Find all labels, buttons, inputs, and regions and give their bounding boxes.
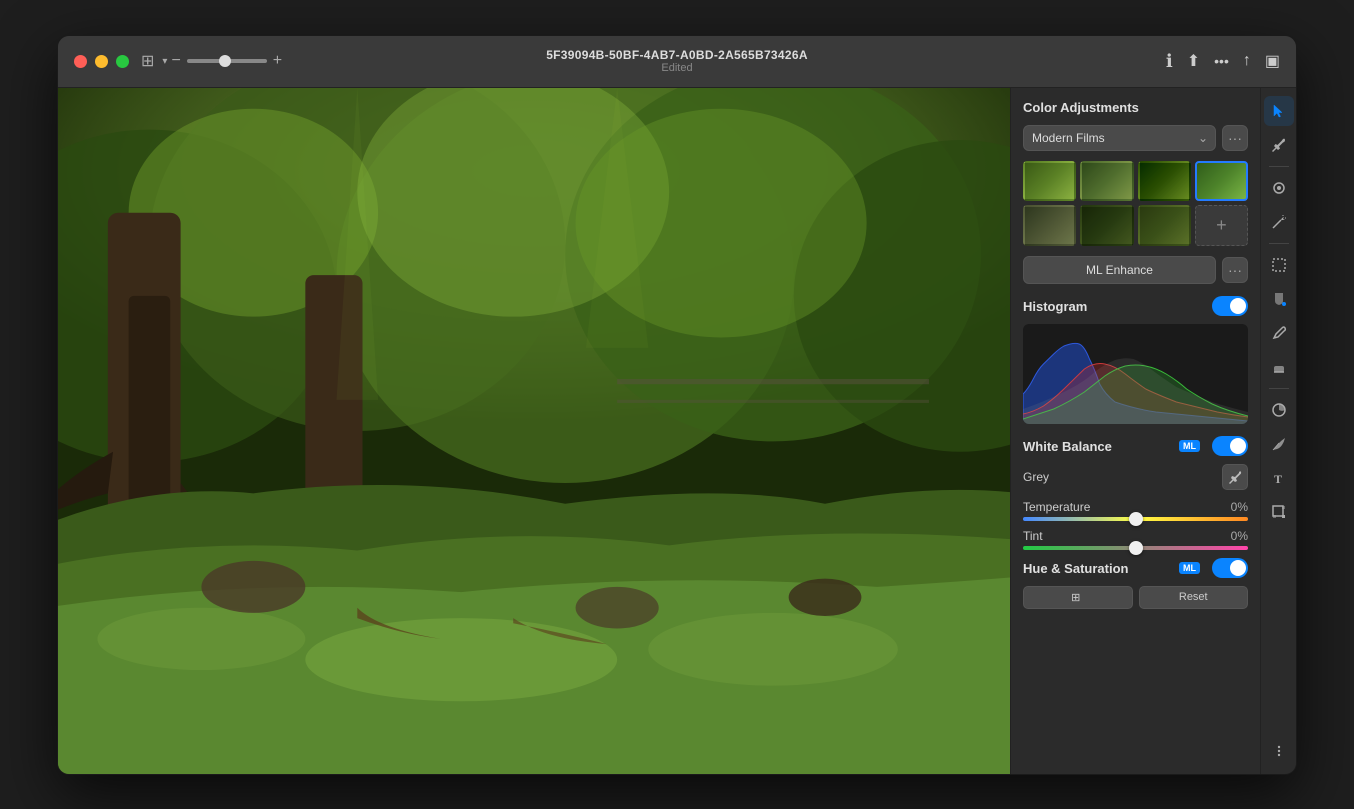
transform-icon[interactable] — [1264, 497, 1294, 527]
tint-slider[interactable] — [1023, 546, 1248, 550]
title-center: 5F39094B-50BF-4AB7-A0BD-2A565B73426A Edi… — [546, 48, 808, 74]
white-balance-header: White Balance ML — [1023, 436, 1248, 456]
temperature-label: Temperature — [1023, 500, 1090, 514]
sidebar-toggle-icon[interactable]: ⊞ — [141, 51, 154, 71]
ml-enhance-more-button[interactable]: ··· — [1222, 257, 1248, 283]
panel-title: Color Adjustments — [1023, 100, 1248, 115]
temperature-thumb[interactable] — [1129, 512, 1143, 526]
zoom-plus-button[interactable]: + — [273, 52, 282, 70]
temperature-slider[interactable] — [1023, 517, 1248, 521]
zoom-minus-button[interactable]: − — [171, 52, 180, 70]
grey-label: Grey — [1023, 470, 1049, 484]
traffic-lights — [74, 55, 129, 68]
close-button[interactable] — [74, 55, 87, 68]
feather-icon[interactable] — [1264, 429, 1294, 459]
circle-tool-icon[interactable] — [1264, 173, 1294, 203]
title-bar: ⊞ ▾ − + 5F39094B-50BF-4AB7-A0BD-2A565B73… — [58, 36, 1296, 88]
hue-saturation-section: Hue & Saturation ML ⊞ Reset — [1023, 558, 1248, 609]
wand-tool-icon[interactable] — [1264, 207, 1294, 237]
adjustments-panel: Color Adjustments Modern Films ··· — [1011, 88, 1260, 774]
cursor-tool-icon[interactable] — [1264, 96, 1294, 126]
minimize-button[interactable] — [95, 55, 108, 68]
histogram-container — [1023, 324, 1248, 424]
text-tool-icon[interactable]: T — [1264, 463, 1294, 493]
temperature-row: Temperature 0% — [1023, 500, 1248, 521]
paint-bucket-icon[interactable] — [1264, 284, 1294, 314]
color-circle-icon[interactable] — [1264, 395, 1294, 425]
eyedropper-tool-icon[interactable] — [1264, 130, 1294, 160]
hue-saturation-toggle[interactable] — [1212, 558, 1248, 578]
share-icon[interactable]: ↑ — [1243, 52, 1251, 70]
toolbar-separator-3 — [1269, 388, 1289, 389]
preset-thumb-7[interactable] — [1138, 205, 1191, 246]
content-area: Color Adjustments Modern Films ··· — [58, 88, 1296, 774]
panel-toggle-icon[interactable]: ▣ — [1265, 51, 1280, 71]
preset-thumb-4[interactable] — [1195, 161, 1248, 202]
eraser-icon[interactable] — [1264, 352, 1294, 382]
tint-label: Tint — [1023, 529, 1043, 543]
zoom-control: − + — [171, 52, 282, 70]
histogram-toggle[interactable] — [1212, 296, 1248, 316]
preset-selector: Modern Films ··· — [1023, 125, 1248, 151]
hue-saturation-footer: ⊞ Reset — [1023, 586, 1248, 609]
histogram-title: Histogram — [1023, 299, 1087, 314]
preset-thumb-2[interactable] — [1080, 161, 1133, 202]
preset-thumb-6[interactable] — [1080, 205, 1133, 246]
photo-canvas — [58, 88, 1010, 774]
preset-thumb-5[interactable] — [1023, 205, 1076, 246]
right-toolbar: T — [1260, 88, 1296, 774]
photo-area — [58, 88, 1010, 774]
preset-thumb-3[interactable] — [1138, 161, 1191, 202]
selection-tool-icon[interactable] — [1264, 250, 1294, 280]
eyedropper-button[interactable] — [1222, 464, 1248, 490]
grey-row: Grey — [1023, 464, 1248, 490]
white-balance-title-row: White Balance — [1023, 439, 1112, 454]
histogram-header: Histogram — [1023, 296, 1248, 316]
tint-value: 0% — [1231, 529, 1248, 543]
preset-more-button[interactable]: ··· — [1222, 125, 1248, 151]
hue-saturation-ml-badge: ML — [1179, 562, 1200, 574]
zoom-slider[interactable] — [187, 59, 267, 63]
more-options-icon[interactable]: ••• — [1214, 53, 1229, 69]
right-panel: Color Adjustments Modern Films ··· — [1010, 88, 1260, 774]
preset-grid: + — [1023, 161, 1248, 247]
reset-button[interactable]: Reset — [1139, 586, 1249, 609]
grid-icon: ⊞ — [1071, 591, 1080, 604]
toolbar-separator-2 — [1269, 243, 1289, 244]
fullscreen-button[interactable] — [116, 55, 129, 68]
ml-enhance-button[interactable]: ML Enhance — [1023, 256, 1216, 284]
svg-text:T: T — [1274, 472, 1282, 486]
hue-saturation-header: Hue & Saturation ML — [1023, 558, 1248, 578]
chevron-down-icon[interactable]: ▾ — [162, 56, 167, 67]
toolbar-left: ⊞ ▾ — [141, 51, 167, 71]
temperature-value: 0% — [1231, 500, 1248, 514]
hue-sat-grid-button[interactable]: ⊞ — [1023, 586, 1133, 609]
tint-thumb[interactable] — [1129, 541, 1143, 555]
preset-add-button[interactable]: + — [1195, 205, 1248, 246]
window-title: 5F39094B-50BF-4AB7-A0BD-2A565B73426A — [546, 48, 808, 62]
info-icon[interactable]: ℹ — [1166, 51, 1173, 72]
preset-dropdown[interactable]: Modern Films — [1023, 125, 1216, 151]
window-subtitle: Edited — [546, 62, 808, 74]
white-balance-ml-badge: ML — [1179, 440, 1200, 452]
tint-row: Tint 0% — [1023, 529, 1248, 550]
toolbar-right: ℹ ⬆ ••• ↑ ▣ — [1166, 51, 1280, 72]
export-icon[interactable]: ⬆ — [1187, 51, 1200, 71]
preset-dropdown-wrapper[interactable]: Modern Films — [1023, 125, 1216, 151]
hue-saturation-title: Hue & Saturation — [1023, 561, 1128, 576]
preset-thumb-1[interactable] — [1023, 161, 1076, 202]
white-balance-toggle[interactable] — [1212, 436, 1248, 456]
bottom-more-icon[interactable] — [1264, 736, 1294, 766]
ml-enhance-row: ML Enhance ··· — [1023, 256, 1248, 284]
app-window: ⊞ ▾ − + 5F39094B-50BF-4AB7-A0BD-2A565B73… — [57, 35, 1297, 775]
white-balance-title: White Balance — [1023, 439, 1112, 454]
pen-tool-icon[interactable] — [1264, 318, 1294, 348]
toolbar-separator-1 — [1269, 166, 1289, 167]
